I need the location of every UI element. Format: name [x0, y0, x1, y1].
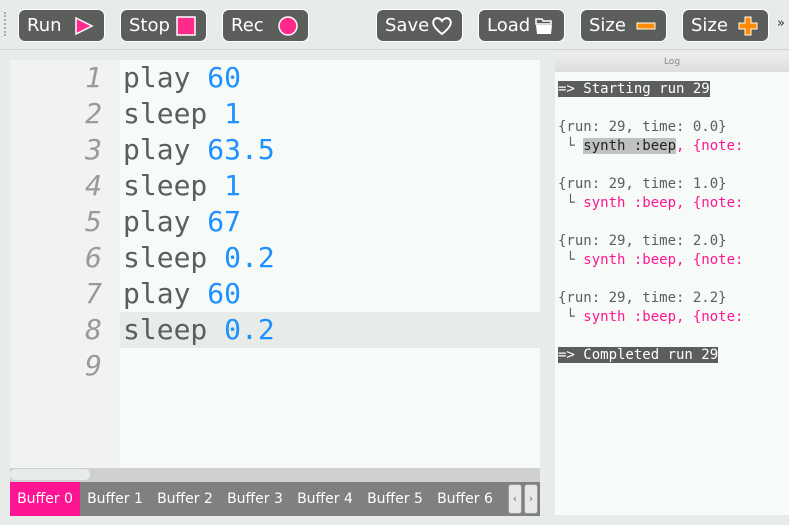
log-end-line: => Completed run 29 — [558, 346, 719, 365]
code-line[interactable]: sleep 1 — [123, 168, 241, 204]
log-synth: synth :beep — [583, 195, 677, 211]
code-number: 67 — [207, 205, 242, 238]
log-entry-header: {run: 29, time: 1.0} — [558, 176, 727, 192]
code-keyword: sleep — [123, 97, 225, 130]
play-icon — [72, 14, 96, 38]
log-entry-header: {run: 29, time: 0.0} — [558, 119, 727, 135]
toolbar-grip[interactable] — [4, 12, 6, 36]
log-start-line: => Starting run 29 — [558, 80, 710, 99]
code-keyword: sleep — [123, 169, 225, 202]
tab-buffer-3[interactable]: Buffer 3 — [220, 482, 290, 516]
code-keyword: play — [123, 61, 208, 94]
code-keyword: play — [123, 205, 208, 238]
record-button[interactable]: Rec — [222, 9, 309, 42]
log-args: , {note: — [676, 195, 744, 211]
log-synth: synth :beep — [583, 309, 677, 325]
tab-buffer-1[interactable]: Buffer 1 — [80, 482, 150, 516]
stop-button[interactable]: Stop — [120, 9, 207, 42]
tab-buffer-5[interactable]: Buffer 5 — [360, 482, 430, 516]
tab-buffer-4[interactable]: Buffer 4 — [290, 482, 360, 516]
log-branch: └ — [558, 309, 584, 325]
code-line[interactable]: sleep 1 — [123, 96, 241, 132]
more-tools-button[interactable]: » — [777, 16, 785, 31]
line-number: 2 — [85, 97, 102, 130]
stop-icon — [174, 14, 198, 38]
code-number: 0.2 — [224, 241, 275, 274]
line-number: 5 — [85, 205, 102, 238]
buffer-tabs: Buffer 0 Buffer 1 Buffer 2 Buffer 3 Buffer 4… — [10, 482, 540, 516]
code-number: 1 — [224, 169, 242, 202]
log-branch: └ — [558, 138, 584, 154]
code-keyword: sleep — [123, 241, 225, 274]
log-branch: └ — [558, 195, 584, 211]
code-keyword: sleep — [123, 313, 225, 346]
plus-icon — [736, 14, 760, 38]
log-entry-detail: └ synth :beep, {note: — [558, 251, 743, 270]
toolbar: Run Stop Rec Save Load Size Size » — [0, 0, 789, 50]
tab-buffer-0[interactable]: Buffer 0 — [10, 482, 80, 516]
line-number: 4 — [85, 169, 102, 202]
folder-icon — [532, 14, 556, 38]
line-number: 1 — [85, 61, 102, 94]
code-keyword: play — [123, 133, 208, 166]
tab-buffer-6[interactable]: Buffer 6 — [430, 482, 500, 516]
log-entry-detail: └ synth :beep, {note: — [558, 137, 743, 156]
heart-icon — [430, 14, 454, 38]
line-number: 9 — [85, 349, 102, 382]
log-panel: Log => Starting run 29 {run: 29, time: 0.… — [555, 52, 789, 525]
code-line[interactable]: play 63.5 — [123, 132, 275, 168]
line-number: 6 — [85, 241, 102, 274]
log-args: , {note: — [676, 309, 744, 325]
size-decrease-button[interactable]: Size — [580, 9, 667, 42]
code-line[interactable]: play 60 — [123, 276, 241, 312]
line-number: 7 — [85, 277, 102, 310]
log-entry-detail: └ synth :beep, {note: — [558, 194, 743, 213]
code-line[interactable]: play 60 — [123, 60, 241, 96]
log-entry-header: {run: 29, time: 2.0} — [558, 233, 727, 249]
code-number: 63.5 — [207, 133, 275, 166]
code-line[interactable]: sleep 0.2 — [123, 240, 275, 276]
load-button[interactable]: Load — [478, 9, 565, 42]
code-number: 60 — [207, 61, 242, 94]
log-synth: synth :beep — [583, 252, 677, 268]
tab-next-button[interactable]: › — [524, 484, 538, 514]
save-button[interactable]: Save — [376, 9, 463, 42]
code-number: 0.2 — [224, 313, 275, 346]
code-line[interactable]: play 67 — [123, 204, 241, 240]
log-entry-header: {run: 29, time: 2.2} — [558, 290, 727, 306]
scrollbar-thumb[interactable] — [10, 469, 90, 480]
code-keyword: play — [123, 277, 208, 310]
tab-buffer-2[interactable]: Buffer 2 — [150, 482, 220, 516]
minus-icon — [634, 14, 658, 38]
log-synth: synth :beep — [583, 138, 677, 154]
run-button[interactable]: Run — [18, 9, 105, 42]
record-icon — [276, 14, 300, 38]
log-args: , {note: — [676, 252, 744, 268]
code-editor[interactable]: 123456789 play 60 sleep 1 play 63.5 sleep 1… — [10, 60, 540, 468]
log-branch: └ — [558, 252, 584, 268]
log-highlight: => Starting run 29 — [558, 81, 710, 97]
log-horizontal-scrollbar[interactable] — [555, 515, 789, 525]
code-line[interactable]: sleep 0.2 — [123, 312, 275, 348]
code-number: 1 — [224, 97, 242, 130]
log-entry-detail: └ synth :beep, {note: — [558, 308, 743, 327]
log-args: , {note: — [676, 138, 744, 154]
size-increase-button[interactable]: Size — [682, 9, 769, 42]
log-highlight: => Completed run 29 — [558, 347, 719, 363]
tab-prev-button[interactable]: ‹ — [508, 484, 522, 514]
line-number: 3 — [85, 133, 102, 166]
log-title: Log — [555, 52, 789, 72]
line-number: 8 — [85, 313, 102, 346]
editor-horizontal-scrollbar[interactable] — [10, 468, 540, 482]
code-number: 60 — [207, 277, 242, 310]
